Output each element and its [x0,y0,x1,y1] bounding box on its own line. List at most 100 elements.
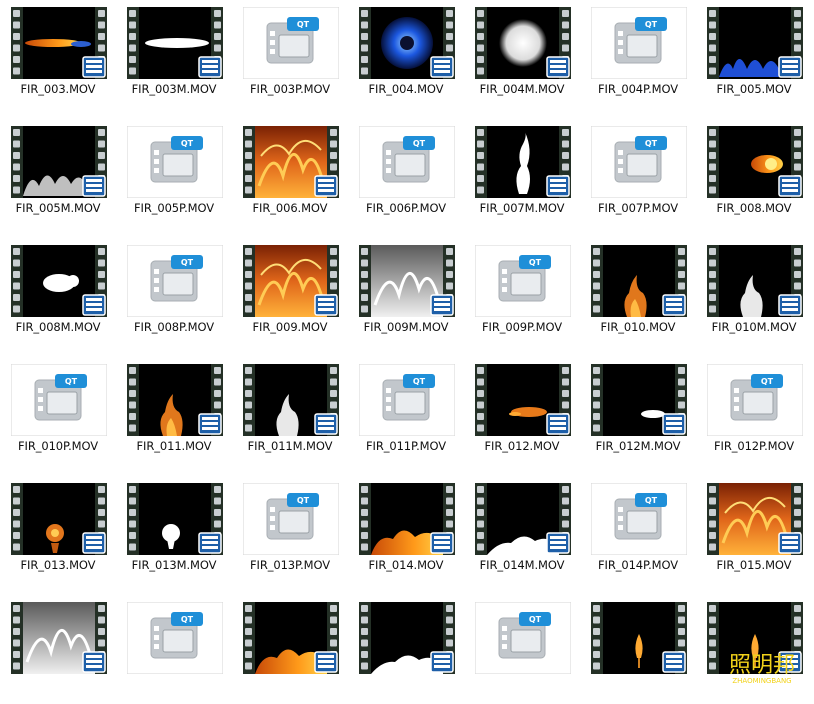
file-item[interactable]: FIR_003M.MOV [117,0,231,109]
file-item[interactable]: FIR_014M.MOV [465,470,579,585]
file-item[interactable]: FIR_004M.MOV [465,0,579,109]
svg-text:QT: QT [645,496,658,505]
file-item[interactable]: FIR_015.MOV [697,470,811,585]
file-name: FIR_011M.MOV [247,439,333,453]
watermark-logo: 照明邦 ZHAOMINGBANG [729,653,795,685]
file-item[interactable]: FIR_009M.MOV [349,232,463,347]
svg-text:QT: QT [529,258,542,267]
file-name: FIR_014M.MOV [479,558,565,572]
video-file-icon [127,364,223,436]
file-item[interactable]: FIR_005M.MOV [1,113,115,228]
video-file-icon [11,245,107,317]
svg-text:QT: QT [181,615,194,624]
quicktime-file-icon: QT [11,364,107,436]
file-item[interactable]: QT FIR_008P.MOV [117,232,231,347]
file-item[interactable]: FIR_005.MOV [697,0,811,109]
video-file-icon [707,7,803,79]
svg-text:ZHAOMINGBANG: ZHAOMINGBANG [732,677,791,685]
file-name: FIR_011.MOV [136,439,212,453]
video-file-icon [475,483,571,555]
svg-text:QT: QT [761,377,774,386]
file-item[interactable]: FIR_004.MOV [349,0,463,109]
file-item[interactable]: FIR_010.MOV [581,232,695,347]
video-file-icon [359,245,455,317]
svg-text:QT: QT [65,377,78,386]
file-name: FIR_005M.MOV [15,201,101,215]
video-file-icon [127,7,223,79]
svg-text:QT: QT [181,139,194,148]
quicktime-file-icon: QT [243,483,339,555]
video-file-icon [11,602,107,674]
svg-text:QT: QT [413,377,426,386]
file-item[interactable]: FIR_008M.MOV [1,232,115,347]
file-name: FIR_008P.MOV [134,320,214,334]
file-item[interactable]: FIR_012.MOV [465,351,579,466]
file-item[interactable]: FIR_011M.MOV [233,351,347,466]
quicktime-file-icon: QT [591,7,687,79]
file-name: FIR_013.MOV [20,558,96,572]
file-name: FIR_013M.MOV [131,558,217,572]
file-item[interactable]: QT FIR_012P.MOV [697,351,811,466]
file-name: FIR_014.MOV [368,558,444,572]
file-item[interactable]: FIR_014.MOV [349,470,463,585]
video-file-icon [475,7,571,79]
video-file-icon [243,245,339,317]
file-name: FIR_010M.MOV [711,320,797,334]
file-grid: FIR_003.MOV FIR_003M.MOV QT FIR_003P.MOV [0,0,814,687]
file-name: FIR_012M.MOV [595,439,681,453]
file-name: FIR_008M.MOV [15,320,101,334]
file-item[interactable]: FIR_012M.MOV [581,351,695,466]
file-item[interactable]: QT FIR_007P.MOV [581,113,695,228]
quicktime-file-icon: QT [591,483,687,555]
quicktime-file-icon: QT [243,7,339,79]
file-name: FIR_013P.MOV [250,558,330,572]
video-file-icon [243,126,339,198]
quicktime-file-icon: QT [359,364,455,436]
quicktime-file-icon: QT [127,126,223,198]
file-item[interactable]: FIR_013M.MOV [117,470,231,585]
video-file-icon [11,126,107,198]
file-name: FIR_011P.MOV [366,439,446,453]
video-file-icon [11,7,107,79]
file-item[interactable]: FIR_011.MOV [117,351,231,466]
file-name: FIR_003P.MOV [250,82,330,96]
video-file-icon [591,602,687,674]
file-item[interactable]: QT FIR_004P.MOV [581,0,695,109]
file-item[interactable]: QT FIR_010P.MOV [1,351,115,466]
file-item[interactable]: FIR_013.MOV [1,470,115,585]
file-name: FIR_012.MOV [484,439,560,453]
file-name: FIR_009P.MOV [482,320,562,334]
video-file-icon [243,364,339,436]
video-file-icon [707,483,803,555]
video-file-icon [475,126,571,198]
file-item[interactable]: FIR_008.MOV [697,113,811,228]
file-item[interactable]: FIR_003.MOV [1,0,115,109]
file-name: FIR_006.MOV [252,201,328,215]
quicktime-file-icon: QT [707,364,803,436]
file-item[interactable]: QT FIR_009P.MOV [465,232,579,347]
file-name: FIR_007P.MOV [598,201,678,215]
video-file-icon [707,126,803,198]
file-item[interactable]: QT FIR_011P.MOV [349,351,463,466]
file-item[interactable]: QT FIR_014P.MOV [581,470,695,585]
svg-text:照明邦: 照明邦 [729,653,795,678]
video-file-icon [359,7,455,79]
file-item[interactable]: FIR_010M.MOV [697,232,811,347]
video-file-icon [359,602,455,674]
file-item[interactable]: QT FIR_003P.MOV [233,0,347,109]
file-name: FIR_012P.MOV [714,439,794,453]
file-name: FIR_004P.MOV [598,82,678,96]
svg-text:QT: QT [645,139,658,148]
svg-text:QT: QT [529,615,542,624]
file-item[interactable]: QT FIR_006P.MOV [349,113,463,228]
file-item[interactable]: FIR_007M.MOV [465,113,579,228]
file-item[interactable]: QT FIR_013P.MOV [233,470,347,585]
file-name: FIR_004M.MOV [479,82,565,96]
file-item[interactable]: FIR_009.MOV [233,232,347,347]
video-file-icon [127,483,223,555]
file-item[interactable]: QT FIR_005P.MOV [117,113,231,228]
quicktime-file-icon: QT [359,126,455,198]
file-name: FIR_003M.MOV [131,82,217,96]
file-item[interactable]: FIR_006.MOV [233,113,347,228]
file-name: FIR_008.MOV [716,201,792,215]
